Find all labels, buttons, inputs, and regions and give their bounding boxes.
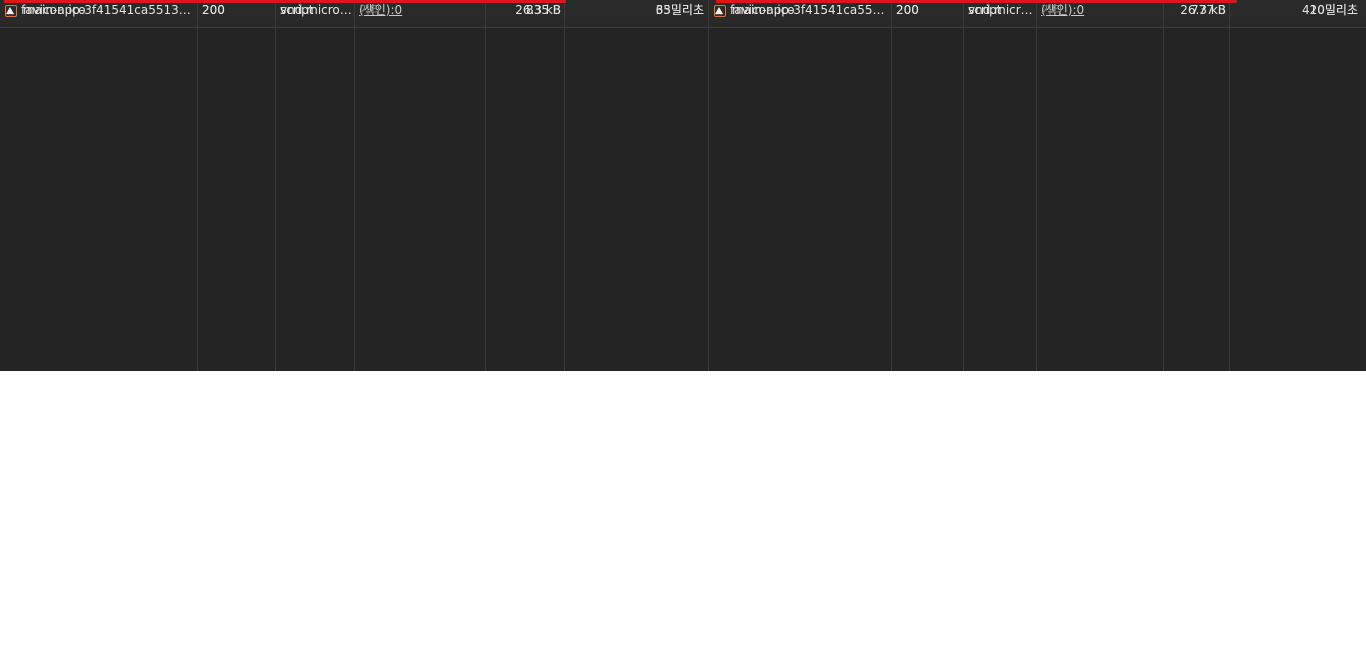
favicon-icon (714, 6, 724, 16)
status-cell: 200 (896, 3, 919, 17)
column-divider[interactable] (963, 0, 964, 371)
column-divider[interactable] (485, 0, 486, 371)
initiator-cell: 기타 (1037, 0, 1164, 21)
request-name[interactable]: favicon.ico (730, 0, 795, 21)
initiator-text: 기타 (359, 3, 382, 17)
column-divider[interactable] (564, 0, 565, 371)
column-divider[interactable] (1229, 0, 1230, 371)
time-cell: 10밀리초 (1309, 3, 1358, 17)
request-name-cell[interactable]: favicon.ico (709, 0, 892, 21)
favicon-icon (5, 6, 15, 16)
red-annotation-underline (4, 0, 565, 3)
request-row[interactable]: favicon.ico 200 vnd.micro... 기타 26.3 kB 10밀리초 (709, 0, 1366, 21)
column-divider[interactable] (275, 0, 276, 371)
initiator-cell: 기타 (355, 0, 486, 21)
column-divider[interactable] (1163, 0, 1164, 371)
column-divider[interactable] (197, 0, 198, 371)
column-divider[interactable] (891, 0, 892, 371)
size-cell: 26.3 kB (1180, 3, 1226, 17)
red-annotation-underline (723, 0, 1226, 3)
status-cell: 200 (202, 3, 225, 17)
size-cell: 26.3 kB (515, 3, 561, 17)
request-name[interactable]: favicon.ico (21, 0, 86, 21)
type-cell: vnd.micro... (968, 3, 1037, 17)
time-cell: 33밀리초 (655, 3, 704, 17)
network-panel-left: 이름상태유형시작점크기시간azamwa.s3-website.ap-northe… (0, 0, 708, 371)
network-panel-right: 이름상태유형시작점크기시간hhplusfront3rd.shop200docum… (709, 0, 1366, 371)
initiator-text: 기타 (1041, 3, 1064, 17)
request-name-cell[interactable]: favicon.ico (0, 0, 198, 21)
type-cell: vnd.micros... (280, 3, 355, 17)
column-divider[interactable] (354, 0, 355, 371)
column-divider[interactable] (1036, 0, 1037, 371)
